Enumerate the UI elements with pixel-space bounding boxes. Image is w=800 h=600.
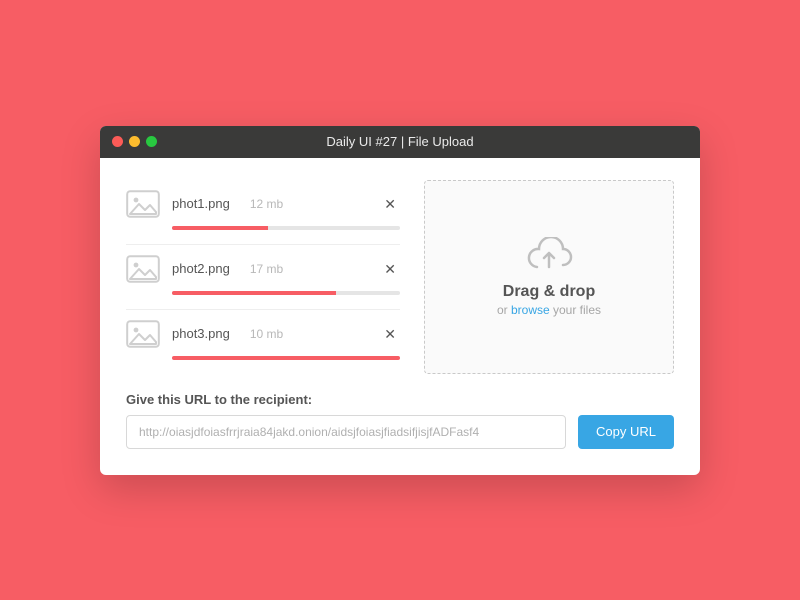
dropzone-title: Drag & drop: [503, 283, 595, 301]
file-list: phot1.png 12 mb ✕: [126, 180, 400, 374]
upload-progress-fill: [172, 356, 400, 360]
file-size: 17 mb: [250, 262, 283, 276]
file-name: phot1.png: [172, 196, 230, 211]
dropzone-subtitle: or browse your files: [497, 303, 601, 317]
copy-url-button[interactable]: Copy URL: [578, 415, 674, 449]
remove-file-button[interactable]: ✕: [380, 195, 400, 213]
file-size: 12 mb: [250, 197, 283, 211]
titlebar: Daily UI #27 | File Upload: [100, 126, 700, 158]
window-title: Daily UI #27 | File Upload: [100, 134, 700, 149]
close-icon[interactable]: [112, 136, 123, 147]
file-row: phot3.png 10 mb ✕: [126, 310, 400, 374]
image-icon: [126, 320, 160, 348]
file-row-header: phot3.png 10 mb ✕: [126, 320, 400, 348]
file-row-header: phot1.png 12 mb ✕: [126, 190, 400, 218]
url-section: Give this URL to the recipient: Copy URL: [126, 392, 674, 449]
remove-file-button[interactable]: ✕: [380, 260, 400, 278]
upper-section: phot1.png 12 mb ✕: [126, 180, 674, 374]
file-size: 10 mb: [250, 327, 283, 341]
window-body: phot1.png 12 mb ✕: [100, 158, 700, 475]
file-name: phot2.png: [172, 261, 230, 276]
remove-file-button[interactable]: ✕: [380, 325, 400, 343]
upload-progress: [172, 291, 400, 295]
file-row: phot2.png 17 mb ✕: [126, 245, 400, 310]
traffic-lights: [112, 136, 157, 147]
upload-progress: [172, 356, 400, 360]
upload-progress-fill: [172, 226, 268, 230]
upload-progress-fill: [172, 291, 336, 295]
url-row: Copy URL: [126, 415, 674, 449]
file-row-header: phot2.png 17 mb ✕: [126, 255, 400, 283]
dropzone[interactable]: Drag & drop or browse your files: [424, 180, 674, 374]
browse-link[interactable]: browse: [511, 303, 550, 317]
image-icon: [126, 190, 160, 218]
upload-progress: [172, 226, 400, 230]
maximize-icon[interactable]: [146, 136, 157, 147]
share-url-input[interactable]: [126, 415, 566, 449]
minimize-icon[interactable]: [129, 136, 140, 147]
file-name: phot3.png: [172, 326, 230, 341]
url-label: Give this URL to the recipient:: [126, 392, 674, 407]
cloud-upload-icon: [525, 237, 573, 273]
file-row: phot1.png 12 mb ✕: [126, 180, 400, 245]
image-icon: [126, 255, 160, 283]
upload-window: Daily UI #27 | File Upload phot1.png 12 …: [100, 126, 700, 475]
